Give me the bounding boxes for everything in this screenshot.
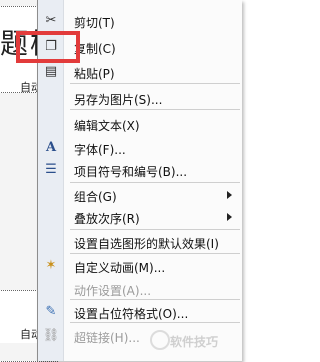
format-icon: ✎ bbox=[45, 304, 57, 319]
menu-item-order[interactable]: 叠放次序(R) bbox=[38, 205, 242, 229]
menu-item-cut[interactable]: ✂ 剪切(T) bbox=[38, 9, 242, 33]
menu-item-label: 超链接(H)... bbox=[74, 331, 140, 345]
menu-item-label: 另存为图片(S)... bbox=[74, 93, 163, 107]
paste-icon: ▤ bbox=[44, 64, 58, 79]
menu-item-save-as-picture[interactable]: 另存为图片(S)... bbox=[38, 86, 242, 110]
menu-item-label: 编辑文本(X) bbox=[74, 119, 140, 133]
font-icon: A bbox=[45, 140, 57, 155]
menu-item-label: 动作设置(A)... bbox=[74, 284, 152, 298]
menu-item-label: 设置占位符格式(O)... bbox=[74, 307, 189, 321]
submenu-arrow-icon bbox=[227, 191, 232, 199]
menu-item-set-default-effect[interactable]: 设置自选图形的默认效果(I) bbox=[38, 230, 242, 254]
menu-item-edit-text[interactable]: 编辑文本(X) bbox=[38, 112, 242, 136]
menu-item-label: 粘贴(P) bbox=[74, 67, 115, 81]
menu-item-label: 组合(G) bbox=[74, 190, 117, 204]
watermark-logo-icon bbox=[150, 330, 170, 350]
hyperlink-icon: ⛓ bbox=[42, 328, 60, 343]
menu-item-label: 叠放次序(R) bbox=[74, 212, 140, 226]
menu-item-label: 剪切(T) bbox=[74, 16, 115, 30]
menu-item-action-settings: 动作设置(A)... bbox=[38, 277, 242, 301]
menu-item-label: 项目符号和编号(B)... bbox=[74, 165, 188, 179]
watermark-text: 软件技巧 bbox=[170, 335, 219, 349]
menu-item-label: 设置自选图形的默认效果(I) bbox=[74, 237, 219, 251]
menu-item-format-placeholder[interactable]: ✎ 设置占位符格式(O)... bbox=[38, 300, 242, 324]
scissors-icon: ✂ bbox=[45, 13, 57, 28]
menu-item-label: 复制(C) bbox=[74, 42, 116, 56]
menu-item-bullets-numbering[interactable]: ☰ 项目符号和编号(B)... bbox=[38, 158, 242, 182]
menu-separator bbox=[70, 83, 240, 84]
bullets-icon: ☰ bbox=[45, 162, 57, 177]
copy-highlight-box bbox=[16, 31, 80, 63]
menu-item-label: 自定义动画(M)... bbox=[74, 261, 166, 275]
menu-separator bbox=[70, 109, 240, 110]
menu-item-font[interactable]: A 字体(F)... bbox=[38, 136, 242, 160]
animation-icon: ✶ bbox=[45, 258, 57, 273]
menu-item-custom-animation[interactable]: ✶ 自定义动画(M)... bbox=[38, 254, 242, 278]
menu-item-group[interactable]: 组合(G) bbox=[38, 183, 242, 207]
menu-item-label: 字体(F)... bbox=[74, 143, 126, 157]
menu-separator bbox=[70, 322, 240, 323]
menu-item-paste[interactable]: ▤ 粘贴(P) bbox=[38, 60, 242, 84]
submenu-arrow-icon bbox=[227, 213, 232, 221]
